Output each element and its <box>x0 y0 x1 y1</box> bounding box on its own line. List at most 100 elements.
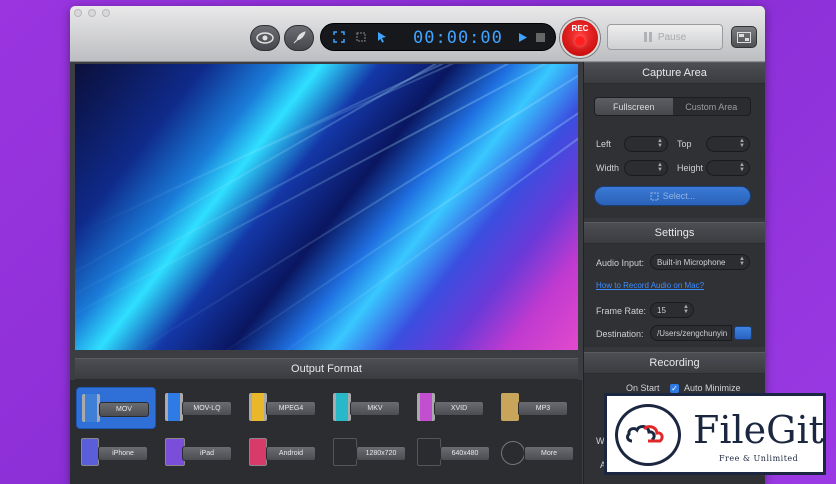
capture-area-section: Capture Area Fullscreen Custom Area Left… <box>584 62 765 218</box>
film-icon <box>82 394 100 422</box>
film-icon <box>333 393 351 421</box>
destination-field[interactable]: /Users/zengchunyin <box>650 325 732 341</box>
recording-header: Recording <box>584 352 765 374</box>
format-label: iPad <box>182 446 232 461</box>
format-label: More <box>524 446 574 461</box>
film-icon <box>417 393 435 421</box>
layout-toggle-button[interactable] <box>731 26 757 48</box>
video-play-icon <box>333 438 357 466</box>
top-field[interactable]: ▲ ▼ <box>706 136 750 152</box>
left-field[interactable]: ▲ ▼ <box>624 136 668 152</box>
format-640x480[interactable]: 640x480 <box>412 432 492 474</box>
audio-input-label: Audio Input: <box>596 258 645 268</box>
audio-input-select[interactable]: Built-in Microphone ▲ ▼ <box>650 254 750 270</box>
select-area-label: Select... <box>662 191 696 201</box>
screen-preview <box>75 64 578 350</box>
format-label: Android <box>266 446 316 461</box>
audio-help-link[interactable]: How to Record Audio on Mac? <box>596 281 704 290</box>
settings-section: Settings Audio Input: Built-in Microphon… <box>584 222 765 347</box>
capture-area-title: Capture Area <box>642 67 707 79</box>
preview-toggle-button[interactable] <box>250 25 280 51</box>
format-label: MOV-LQ <box>182 401 232 416</box>
settings-header: Settings <box>584 222 765 244</box>
custom-area-mode-button[interactable]: Custom Area <box>673 98 751 115</box>
capture-mode-toggle: Fullscreen Custom Area <box>594 97 751 116</box>
format-label: 640x480 <box>440 446 490 461</box>
eye-icon <box>256 32 274 44</box>
top-label: Top <box>677 139 692 149</box>
zoom-window-button[interactable] <box>102 9 110 17</box>
width-label: Width <box>596 163 620 173</box>
auto-minimize-checkbox[interactable]: ✓ <box>670 384 679 393</box>
fullscreen-mode-button[interactable]: Fullscreen <box>595 98 673 115</box>
window-layout-icon <box>737 31 751 43</box>
filegit-watermark: FileGit Free & Unlimited <box>604 393 826 475</box>
region-icon[interactable] <box>355 31 367 43</box>
format-android[interactable]: Android <box>244 432 324 474</box>
play-icon[interactable] <box>518 32 528 43</box>
filegit-logo-icon <box>615 404 681 466</box>
capture-area-header: Capture Area <box>584 62 765 84</box>
frame-rate-value: 15 <box>657 305 666 315</box>
frame-rate-label: Frame Rate: <box>596 306 647 316</box>
video-play-icon <box>417 438 441 466</box>
android-phone-icon <box>249 438 267 466</box>
format-label: XVID <box>434 401 484 416</box>
control-bar: 00:00:00 <box>320 23 556 51</box>
format-label: iPhone <box>98 446 148 461</box>
frame-rate-select[interactable]: 15 ▲ ▼ <box>650 302 694 318</box>
format-1280x720[interactable]: 1280x720 <box>328 432 408 474</box>
filegit-tagline: Free & Unlimited <box>719 454 799 463</box>
minimize-window-button[interactable] <box>88 9 96 17</box>
format-iphone[interactable]: iPhone <box>76 432 156 474</box>
rec-label: REC <box>571 24 589 33</box>
destination-value: /Users/zengchunyin <box>657 328 728 338</box>
folder-icon[interactable] <box>734 326 752 340</box>
recording-title: Recording <box>649 357 700 369</box>
auto-minimize-label: Auto Minimize <box>684 383 741 393</box>
cursor-icon[interactable] <box>376 31 388 43</box>
fullscreen-icon[interactable] <box>333 31 345 43</box>
crop-icon <box>650 192 659 200</box>
record-dot-icon <box>575 36 585 46</box>
toolbar: 00:00:00 REC Pause <box>70 6 765 62</box>
timer-display: 00:00:00 <box>413 28 503 48</box>
record-button[interactable]: REC <box>560 18 600 58</box>
filegit-brand: FileGit <box>693 408 824 452</box>
format-mov[interactable]: MOV <box>76 387 156 429</box>
film-icon <box>165 393 183 421</box>
height-field[interactable]: ▲ ▼ <box>706 160 750 176</box>
rocket-icon <box>293 31 306 44</box>
format-label: MP3 <box>518 401 568 416</box>
format-label: MOV <box>99 402 149 417</box>
format-label: 1280x720 <box>356 446 406 461</box>
format-label: MPEG4 <box>266 401 316 416</box>
format-more[interactable]: More <box>496 432 576 474</box>
output-format-title: Output Format <box>291 363 362 375</box>
select-area-button[interactable]: Select... <box>594 186 751 206</box>
stop-icon[interactable] <box>536 33 545 42</box>
on-start-label: On Start <box>626 383 660 393</box>
output-format-header: Output Format <box>75 358 578 380</box>
left-label: Left <box>596 139 612 149</box>
close-window-button[interactable] <box>74 9 82 17</box>
format-label: MKV <box>350 401 400 416</box>
pause-button[interactable]: Pause <box>607 24 723 50</box>
format-grid: MOV MOV-LQ MPEG4 MKV XVID MP3 iPhone iPa… <box>70 380 582 484</box>
format-mkv[interactable]: MKV <box>328 387 408 429</box>
width-field[interactable]: ▲ ▼ <box>624 160 668 176</box>
destination-label: Destination: <box>596 329 644 339</box>
more-dots-icon <box>501 441 525 465</box>
format-mov-lq[interactable]: MOV-LQ <box>160 387 240 429</box>
pause-label: Pause <box>657 31 687 43</box>
film-icon <box>249 393 267 421</box>
iphone-icon <box>81 438 99 466</box>
format-ipad[interactable]: iPad <box>160 432 240 474</box>
pause-icon <box>643 32 652 42</box>
height-label: Height <box>677 163 704 173</box>
launch-button[interactable] <box>284 25 314 51</box>
format-mpeg4[interactable]: MPEG4 <box>244 387 324 429</box>
settings-title: Settings <box>654 227 695 239</box>
format-xvid[interactable]: XVID <box>412 387 492 429</box>
format-mp3[interactable]: MP3 <box>496 387 576 429</box>
